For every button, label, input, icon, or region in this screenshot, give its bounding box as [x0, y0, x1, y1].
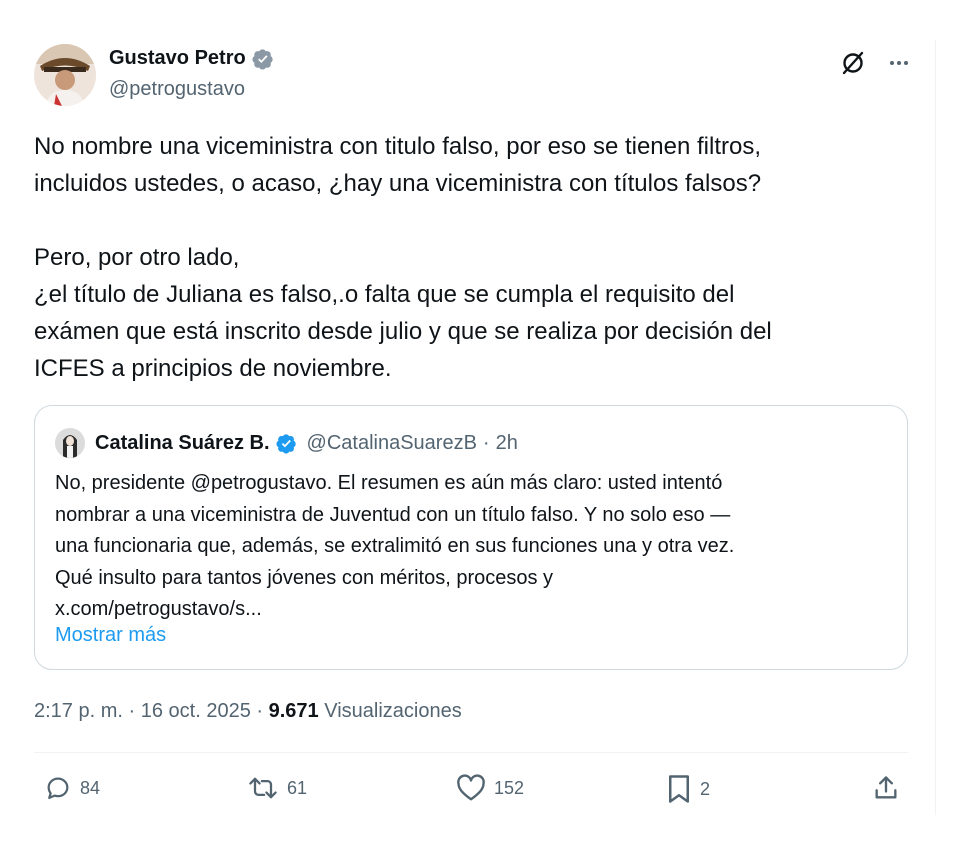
more-icon[interactable]: [888, 52, 910, 74]
column-divider: [935, 40, 936, 815]
repost-button[interactable]: 61: [247, 774, 307, 802]
quoted-line: No, presidente @petrogustavo. El resumen…: [55, 472, 723, 494]
grok-icon[interactable]: [840, 50, 866, 76]
share-icon: [872, 774, 900, 802]
quoted-line: una funcionaria que, además, se extralim…: [55, 535, 735, 557]
quoted-line: x.com/petrogustavo/s...: [55, 598, 262, 620]
author-name-row[interactable]: Gustavo Petro: [109, 47, 274, 70]
tweet-time[interactable]: 2:17 p. m.: [34, 700, 123, 722]
quoted-line: Qué insulto para tantos jóvenes con méri…: [55, 566, 554, 589]
quoted-author-avatar[interactable]: [55, 428, 85, 458]
action-bar: 84 61 152 2: [0, 774, 957, 810]
show-more-link[interactable]: Mostrar más: [55, 624, 166, 647]
meta-separator: ·: [128, 700, 136, 722]
tweet-date[interactable]: 16 oct. 2025: [141, 700, 251, 722]
like-icon: [456, 774, 486, 802]
repost-count: 61: [287, 777, 308, 798]
quoted-separator: ·: [482, 431, 490, 454]
tweet-line: Pero, por otro lado,: [34, 244, 240, 271]
quoted-tweet-header: Catalina Suárez B. @CatalinaSuarezB · 2h: [55, 428, 518, 458]
share-button[interactable]: [872, 774, 900, 802]
tweet-line: No nombre una viceministra con titulo fa…: [34, 133, 762, 160]
quoted-time[interactable]: 2h: [496, 432, 518, 455]
quoted-tweet[interactable]: Catalina Suárez B. @CatalinaSuarezB · 2h…: [34, 405, 908, 670]
bookmark-button[interactable]: 2: [666, 774, 710, 804]
tweet-line: ICFES a principios de noviembre.: [34, 355, 392, 382]
author-handle[interactable]: @petrogustavo: [109, 78, 245, 101]
verified-blue-icon: [275, 433, 297, 454]
reply-icon: [44, 774, 72, 802]
reply-count: 84: [80, 777, 101, 798]
author-name[interactable]: Gustavo Petro: [109, 47, 246, 70]
tweet-line: exámen que está inscrito desde julio y q…: [34, 318, 772, 345]
author-avatar[interactable]: [34, 44, 96, 106]
repost-icon: [247, 774, 279, 802]
tweet-line: ¿el título de Juliana es falso,.o falta …: [34, 281, 735, 308]
tweet-text: No nombre una viceministra con titulo fa…: [34, 128, 894, 387]
bookmark-icon: [666, 774, 692, 804]
tweet-line: incluidos ustedes, o acaso, ¿hay una vic…: [34, 170, 762, 197]
quoted-author-name[interactable]: Catalina Suárez B.: [95, 432, 270, 455]
views-label: Visualizaciones: [324, 700, 462, 722]
bookmark-count: 2: [700, 778, 711, 799]
meta-separator: ·: [256, 700, 264, 722]
tweet-top-actions: [840, 50, 910, 76]
verified-gray-icon: [252, 48, 274, 70]
quoted-author-handle[interactable]: @CatalinaSuarezB: [307, 432, 477, 455]
like-button[interactable]: 152: [456, 774, 524, 802]
quoted-line: nombrar a una viceministra de Juventud c…: [55, 503, 731, 526]
view-count: 9.671: [268, 700, 319, 722]
tweet-meta: 2:17 p. m. · 16 oct. 2025 · 9.671 Visual…: [34, 700, 462, 723]
reply-button[interactable]: 84: [44, 774, 100, 802]
divider: [34, 752, 908, 753]
quoted-tweet-text: No, presidente @petrogustavo. El resumen…: [55, 468, 895, 626]
like-count: 152: [494, 777, 525, 798]
